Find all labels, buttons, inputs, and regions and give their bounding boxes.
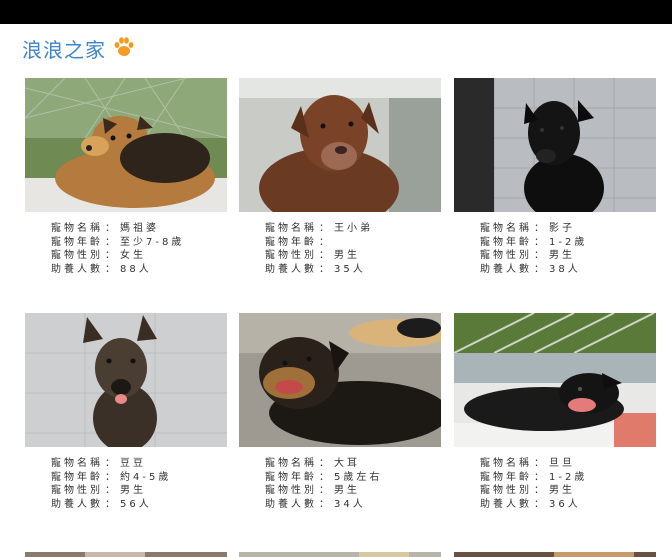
separator: ： bbox=[105, 263, 118, 275]
separator: ： bbox=[319, 250, 332, 262]
pet-gender: 男生 bbox=[549, 485, 575, 497]
pet-card[interactable]: 寵物名稱：旦旦 寵物年齡： 1-2歲 寵物性別：男生 助養人數： 36人 bbox=[454, 313, 656, 511]
gender-label: 寵物性別 bbox=[480, 485, 532, 497]
sponsors-label: 助養人數 bbox=[480, 498, 532, 510]
pet-age: 約4-5歲 bbox=[120, 471, 172, 483]
separator: ： bbox=[534, 263, 547, 275]
name-label: 寵物名稱 bbox=[265, 458, 317, 469]
pet-info: 寵物名稱：旦旦 寵物年齡： 1-2歲 寵物性別：男生 助養人數： 36人 bbox=[454, 457, 656, 511]
pet-sponsors: 56人 bbox=[120, 498, 152, 510]
separator: ： bbox=[319, 458, 332, 469]
pet-card[interactable]: 寵物名稱：王小弟 寵物年齡： 寵物性別：男生 助養人數： 35人 bbox=[239, 78, 441, 276]
age-label: 寵物年齡 bbox=[51, 471, 103, 483]
pet-sponsors: 88人 bbox=[120, 263, 152, 275]
pet-photo[interactable] bbox=[454, 313, 656, 447]
paw-icon bbox=[114, 37, 134, 56]
pet-photo[interactable] bbox=[25, 78, 227, 212]
age-label: 寵物年齡 bbox=[480, 236, 532, 248]
name-label: 寵物名稱 bbox=[480, 458, 532, 469]
pet-age: 1-2歲 bbox=[549, 471, 588, 483]
pet-name: 媽祖婆 bbox=[120, 223, 159, 234]
separator: ： bbox=[105, 471, 118, 483]
pet-info: 寵物名稱：豆豆 寵物年齡：約4-5歲 寵物性別：男生 助養人數： 56人 bbox=[25, 457, 227, 511]
pet-sponsors: 34人 bbox=[334, 498, 366, 510]
pet-info: 寵物名稱：媽祖婆 寵物年齡：至少7-8歲 寵物性別：女生 助養人數： 88人 bbox=[25, 222, 227, 276]
separator: ： bbox=[534, 250, 547, 262]
pet-name: 大耳 bbox=[334, 458, 360, 469]
separator: ： bbox=[319, 471, 332, 483]
age-label: 寵物年齡 bbox=[51, 236, 103, 248]
separator: ： bbox=[534, 485, 547, 497]
sponsors-label: 助養人數 bbox=[265, 498, 317, 510]
pet-photo-partial[interactable] bbox=[239, 547, 441, 557]
separator: ： bbox=[105, 485, 118, 497]
sponsors-label: 助養人數 bbox=[51, 498, 103, 510]
separator: ： bbox=[105, 458, 118, 469]
separator: ： bbox=[534, 236, 547, 248]
gender-label: 寵物性別 bbox=[265, 250, 317, 262]
pet-info: 寵物名稱：影子 寵物年齡： 1-2歲 寵物性別：男生 助養人數： 38人 bbox=[454, 222, 656, 276]
gender-label: 寵物性別 bbox=[265, 485, 317, 497]
pet-name: 旦旦 bbox=[549, 458, 575, 469]
separator: ： bbox=[319, 223, 332, 234]
name-label: 寵物名稱 bbox=[51, 223, 103, 234]
pet-age: 5歲左右 bbox=[334, 471, 383, 483]
separator: ： bbox=[105, 236, 118, 248]
pet-gender: 男生 bbox=[334, 250, 360, 262]
pet-name: 影子 bbox=[549, 223, 575, 234]
separator: ： bbox=[105, 498, 118, 510]
top-bar bbox=[0, 0, 672, 24]
pet-sponsors: 36人 bbox=[549, 498, 581, 510]
pet-card[interactable]: 寵物名稱：豆豆 寵物年齡：約4-5歲 寵物性別：男生 助養人數： 56人 bbox=[25, 313, 227, 511]
gender-label: 寵物性別 bbox=[51, 485, 103, 497]
sponsors-label: 助養人數 bbox=[265, 263, 317, 275]
separator: ： bbox=[105, 250, 118, 262]
pet-photo[interactable] bbox=[239, 313, 441, 447]
separator: ： bbox=[534, 223, 547, 234]
name-label: 寵物名稱 bbox=[265, 223, 317, 234]
pet-sponsors: 35人 bbox=[334, 263, 366, 275]
pet-photo[interactable] bbox=[239, 78, 441, 212]
pet-card[interactable]: 寵物名稱：大耳 寵物年齡： 5歲左右 寵物性別：男生 助養人數： 34人 bbox=[239, 313, 441, 511]
pet-gender: 男生 bbox=[120, 485, 146, 497]
separator: ： bbox=[319, 498, 332, 510]
separator: ： bbox=[105, 223, 118, 234]
pet-name: 王小弟 bbox=[334, 223, 373, 234]
gender-label: 寵物性別 bbox=[51, 250, 103, 262]
separator: ： bbox=[534, 458, 547, 469]
sponsors-label: 助養人數 bbox=[480, 263, 532, 275]
separator: ： bbox=[534, 498, 547, 510]
gender-label: 寵物性別 bbox=[480, 250, 532, 262]
name-label: 寵物名稱 bbox=[51, 458, 103, 469]
separator: ： bbox=[319, 236, 332, 248]
pet-card[interactable]: 寵物名稱：媽祖婆 寵物年齡：至少7-8歲 寵物性別：女生 助養人數： 88人 bbox=[25, 78, 227, 276]
age-label: 寵物年齡 bbox=[265, 471, 317, 483]
pet-gender: 女生 bbox=[120, 250, 146, 262]
pet-photo[interactable] bbox=[454, 78, 656, 212]
pet-name: 豆豆 bbox=[120, 458, 146, 469]
pet-gender: 男生 bbox=[334, 485, 360, 497]
name-label: 寵物名稱 bbox=[480, 223, 532, 234]
site-title[interactable]: 浪浪之家 bbox=[22, 34, 106, 63]
pet-photo-partial[interactable] bbox=[25, 547, 227, 557]
pet-card[interactable]: 寵物名稱：影子 寵物年齡： 1-2歲 寵物性別：男生 助養人數： 38人 bbox=[454, 78, 656, 276]
sponsors-label: 助養人數 bbox=[51, 263, 103, 275]
age-label: 寵物年齡 bbox=[265, 236, 317, 248]
separator: ： bbox=[534, 471, 547, 483]
separator: ： bbox=[319, 485, 332, 497]
pet-info: 寵物名稱：大耳 寵物年齡： 5歲左右 寵物性別：男生 助養人數： 34人 bbox=[239, 457, 441, 511]
pet-sponsors: 38人 bbox=[549, 263, 581, 275]
separator: ： bbox=[319, 263, 332, 275]
age-label: 寵物年齡 bbox=[480, 471, 532, 483]
pet-photo-partial[interactable] bbox=[454, 547, 656, 557]
pet-gender: 男生 bbox=[549, 250, 575, 262]
pet-info: 寵物名稱：王小弟 寵物年齡： 寵物性別：男生 助養人數： 35人 bbox=[239, 222, 441, 276]
pet-age: 1-2歲 bbox=[549, 236, 588, 248]
pet-photo[interactable] bbox=[25, 313, 227, 447]
pet-age: 至少7-8歲 bbox=[120, 236, 185, 248]
